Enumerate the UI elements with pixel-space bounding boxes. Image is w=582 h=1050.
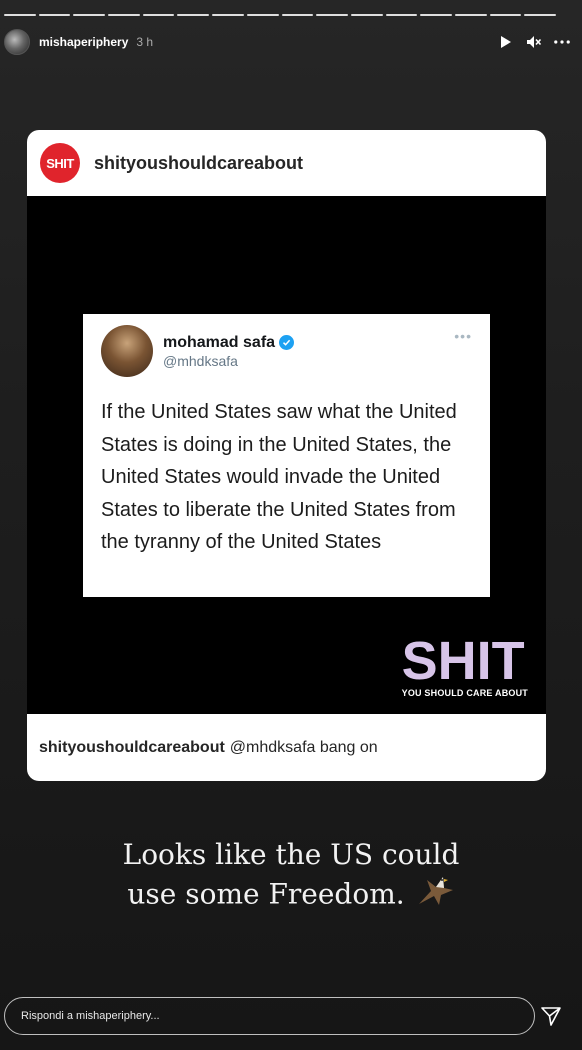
post-header: SHIT shityoushouldcareabout	[27, 130, 546, 196]
post-caption: shityoushouldcareabout @mhdksafa bang on	[27, 714, 546, 781]
play-icon[interactable]	[498, 34, 514, 50]
story-text-overlay: Looks like the US could use some Freedom…	[0, 836, 582, 918]
brand-watermark-small: YOU SHOULD CARE ABOUT	[401, 688, 528, 698]
progress-segment	[454, 14, 487, 16]
tweet-author-name: mohamad safa	[163, 333, 276, 351]
caption-username[interactable]: shityoushouldcareabout	[39, 739, 225, 757]
reply-input[interactable]: Rispondi a mishaperiphery...	[4, 997, 535, 1035]
progress-segment	[108, 14, 140, 16]
progress-segment	[281, 14, 314, 16]
progress-segment	[142, 14, 175, 16]
progress-segment	[385, 14, 418, 16]
tweet-handle: @mhdksafa	[163, 352, 238, 369]
progress-segment	[316, 14, 348, 16]
story-username[interactable]: mishaperiphery	[39, 35, 128, 49]
tweet-avatar	[101, 325, 153, 377]
brand-watermark: SHIT YOU SHOULD CARE ABOUT	[401, 631, 528, 698]
reply-placeholder: Rispondi a mishaperiphery...	[21, 1010, 160, 1022]
brand-watermark-big: SHIT	[401, 631, 525, 691]
progress-segment	[489, 14, 522, 16]
story-time: 3 h	[136, 35, 154, 49]
progress-segment	[4, 14, 36, 16]
post-account-name[interactable]: shityoushouldcareabout	[94, 153, 303, 174]
progress-segment	[524, 14, 556, 16]
tweet-more-icon: •••	[454, 328, 472, 344]
story-header: mishaperiphery 3 h	[4, 28, 570, 56]
tweet-screenshot: mohamad safa @mhdksafa ••• If the United…	[83, 314, 490, 597]
send-icon[interactable]	[539, 1004, 563, 1028]
verified-icon	[279, 335, 295, 350]
mute-icon[interactable]	[526, 34, 542, 50]
story-text-line2: use some Freedom.	[127, 877, 405, 911]
tweet-text: If the United States saw what the United…	[101, 401, 457, 553]
post-media: mohamad safa @mhdksafa ••• If the United…	[27, 196, 546, 714]
progress-segment	[350, 14, 383, 16]
progress-segment	[38, 14, 71, 16]
caption-text: @mhdksafa bang on	[229, 738, 378, 756]
progress-segment	[212, 14, 244, 16]
story-progress-bar	[4, 14, 556, 16]
progress-segment	[420, 14, 452, 16]
progress-segment	[177, 14, 210, 16]
tweet-name-row: mohamad safa	[163, 333, 295, 352]
account-logo[interactable]: SHIT	[40, 143, 80, 183]
shared-post-card[interactable]: SHIT shityoushouldcareabout mohamad safa…	[27, 130, 546, 781]
user-avatar[interactable]	[4, 29, 30, 55]
eagle-icon	[417, 874, 455, 918]
story-text-line1: Looks like the US could	[122, 838, 460, 871]
progress-segment	[73, 14, 106, 16]
more-icon[interactable]	[554, 34, 570, 50]
progress-segment	[246, 14, 279, 16]
